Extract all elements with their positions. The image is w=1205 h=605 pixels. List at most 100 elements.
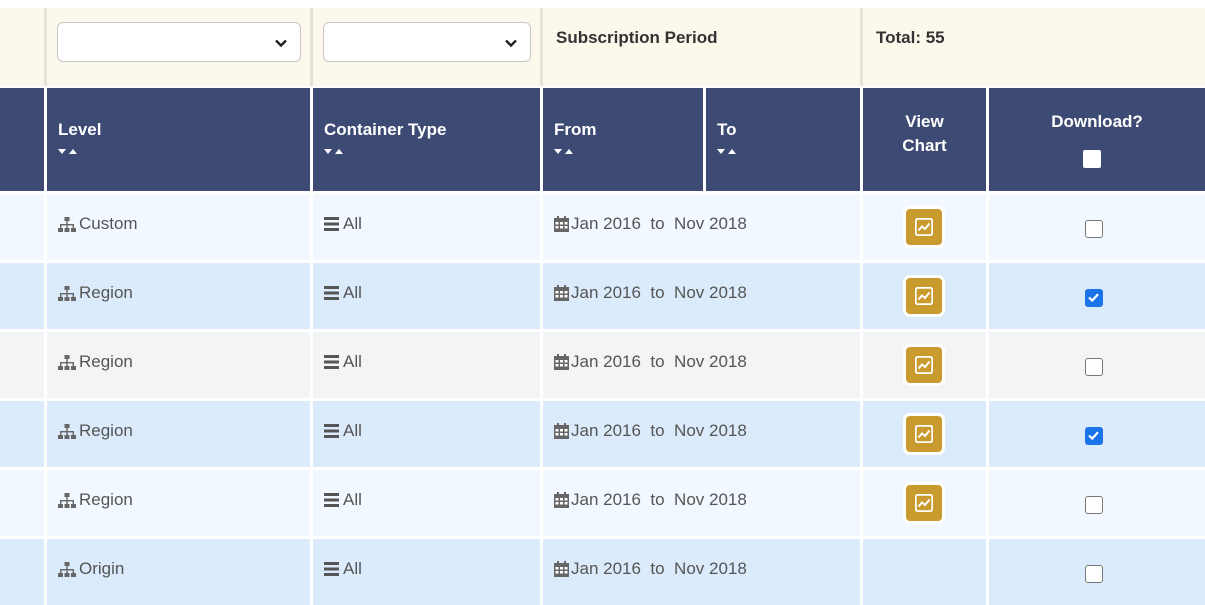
period-separator: to [650,214,665,233]
list-icon [324,493,339,507]
header-row: Level Container Type From To View Chart … [0,88,1205,191]
sitemap-icon [58,493,76,508]
header-container-type[interactable]: Container Type [313,88,543,191]
sitemap-icon [58,217,76,232]
container-type-filter-select[interactable] [323,22,531,62]
calendar-icon [554,423,569,439]
container-type-value: All [343,352,362,371]
period-cell: Jan 2016 to Nov 2018 [543,470,863,536]
period-cell: Jan 2016 to Nov 2018 [543,332,863,398]
download-cell [989,401,1205,467]
row-spacer [0,332,47,398]
sort-arrows-icon[interactable] [717,146,739,156]
view-chart-button[interactable] [903,344,945,386]
download-cell [989,263,1205,329]
view-chart-cell [863,332,989,398]
list-icon [324,217,339,231]
sort-arrows-icon[interactable] [554,146,576,156]
header-level-label: Level [58,120,102,139]
container-type-cell: All [313,470,543,536]
calendar-icon [554,492,569,508]
container-type-value: All [343,559,362,578]
period-separator: to [650,421,665,440]
line-chart-icon [915,218,933,236]
download-checkbox[interactable] [1085,358,1103,376]
download-checkbox[interactable] [1085,427,1103,445]
chevron-down-icon [275,39,287,48]
container-type-value: All [343,421,362,440]
chevron-down-icon [505,39,517,48]
line-chart-icon [915,425,933,443]
level-cell: Custom [47,194,313,260]
download-cell [989,470,1205,536]
header-from-label: From [554,120,597,139]
header-to-label: To [717,120,737,139]
period-from: Jan 2016 [571,283,641,302]
calendar-icon [554,354,569,370]
list-icon [324,424,339,438]
period-to: Nov 2018 [674,352,747,371]
header-view-chart: View Chart [863,88,989,191]
header-view-chart-line2: Chart [902,136,947,155]
header-view-chart-line1: View [905,112,944,131]
container-type-value: All [343,490,362,509]
row-spacer [0,263,47,329]
header-level[interactable]: Level [47,88,313,191]
filter-spacer [0,8,47,86]
period-cell: Jan 2016 to Nov 2018 [543,539,863,605]
download-checkbox[interactable] [1085,220,1103,238]
header-to[interactable]: To [706,88,863,191]
sitemap-icon [58,355,76,370]
level-value: Region [79,421,133,440]
period-filter-cell: Subscription Period [543,8,863,86]
view-chart-button[interactable] [903,413,945,455]
container-type-cell: All [313,194,543,260]
level-value: Region [79,490,133,509]
download-checkbox[interactable] [1085,496,1103,514]
header-from[interactable]: From [543,88,706,191]
period-value: Jan 2016 to Nov 2018 [571,490,747,510]
level-cell: Origin [47,539,313,605]
view-chart-button[interactable] [903,275,945,317]
level-cell: Region [47,263,313,329]
period-value: Jan 2016 to Nov 2018 [571,283,747,303]
sitemap-icon [58,286,76,301]
period-separator: to [650,490,665,509]
period-from: Jan 2016 [571,559,641,578]
container-type-cell: All [313,539,543,605]
select-all-checkbox[interactable] [1083,150,1101,168]
header-container-type-label: Container Type [324,120,447,139]
download-cell [989,332,1205,398]
line-chart-icon [915,287,933,305]
checkmark-icon [1088,431,1099,441]
calendar-icon [554,561,569,577]
period-cell: Jan 2016 to Nov 2018 [543,194,863,260]
period-separator: to [650,559,665,578]
view-chart-cell [863,194,989,260]
row-spacer [0,539,47,605]
container-type-cell: All [313,332,543,398]
sort-arrows-icon[interactable] [58,146,80,156]
period-to: Nov 2018 [674,421,747,440]
period-to: Nov 2018 [674,283,747,302]
container-type-value: All [343,283,362,302]
level-cell: Region [47,401,313,467]
download-checkbox[interactable] [1085,565,1103,583]
row-spacer [0,194,47,260]
subscription-period-label: Subscription Period [556,28,718,47]
view-chart-button[interactable] [903,482,945,524]
table-row: Origin All Jan 2016 to Nov 2018 [0,536,1205,605]
view-chart-button[interactable] [903,206,945,248]
download-checkbox[interactable] [1085,289,1103,307]
table-row: Region All Jan 2016 to Nov 2018 [0,329,1205,398]
checkmark-icon [1088,293,1099,303]
period-from: Jan 2016 [571,421,641,440]
header-spacer [0,88,47,191]
table-row: Region All Jan 2016 to Nov 2018 [0,467,1205,536]
period-from: Jan 2016 [571,214,641,233]
sort-arrows-icon[interactable] [324,146,346,156]
level-filter-cell [47,8,313,86]
total-count: Total: 55 [876,28,945,47]
view-chart-cell [863,401,989,467]
level-filter-select[interactable] [57,22,301,62]
